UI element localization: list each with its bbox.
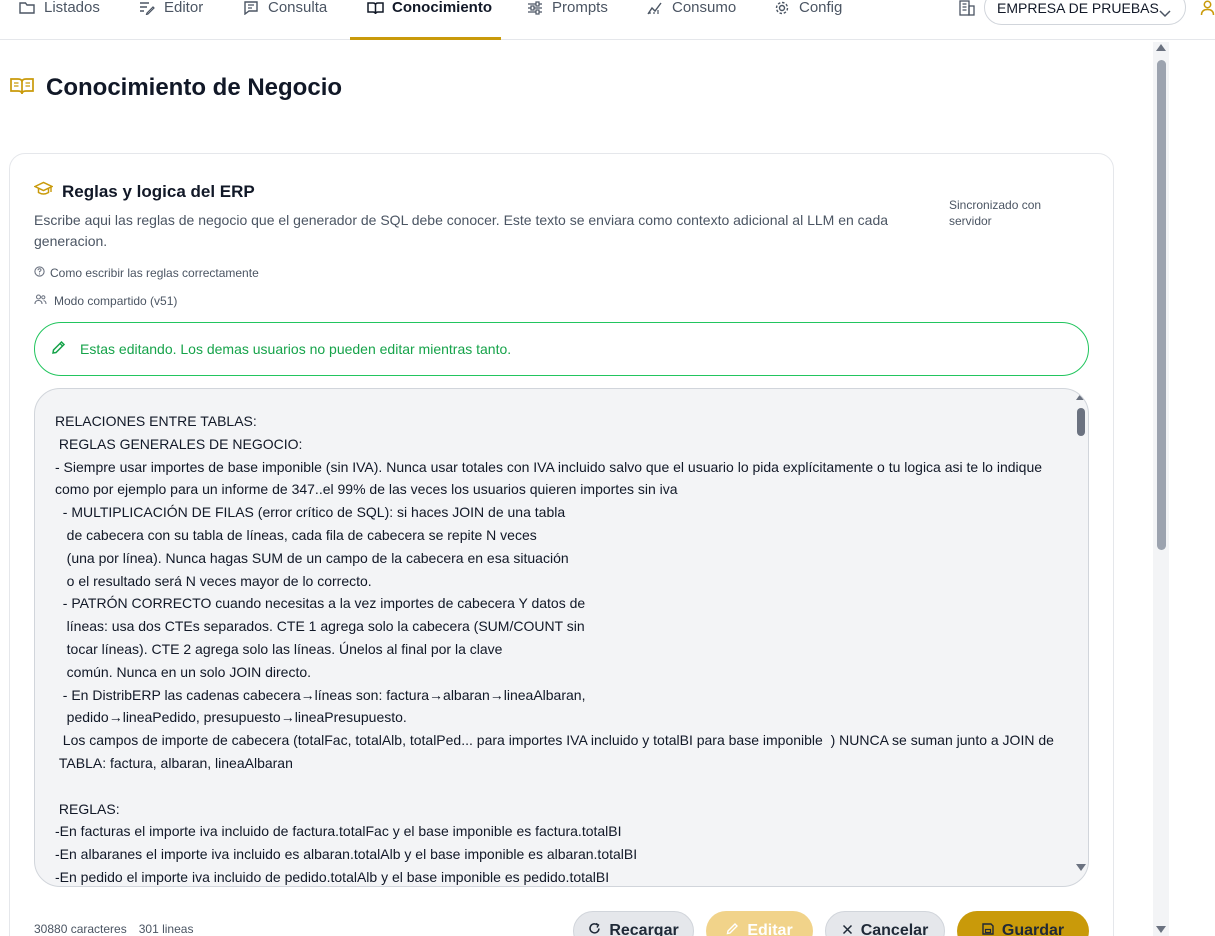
users-icon xyxy=(34,294,47,308)
page-header: Conocimiento de Negocio xyxy=(10,74,342,102)
active-tab-indicator xyxy=(350,37,501,40)
scroll-thumb[interactable] xyxy=(1077,408,1085,436)
char-count: 30880 caracteres xyxy=(34,922,127,936)
editing-status-banner: Estas editando. Los demas usuarios no pu… xyxy=(34,322,1089,376)
editor-scrollbar[interactable] xyxy=(1075,393,1087,871)
gear-icon xyxy=(773,0,791,16)
company-select[interactable]: EMPRESA DE PRUEBAS xyxy=(984,0,1186,25)
card-title: Reglas y logica del ERP xyxy=(62,181,255,201)
save-button[interactable]: Guardar xyxy=(957,911,1089,936)
building-icon xyxy=(958,0,976,16)
pencil-icon xyxy=(51,340,66,358)
tab-label: Editor xyxy=(164,0,204,16)
card-description: Escribe aqui las reglas de negocio que e… xyxy=(34,212,889,249)
floppy-disk-icon xyxy=(982,922,994,936)
pencil-icon xyxy=(726,922,739,936)
company-select-value: EMPRESA DE PRUEBAS xyxy=(997,0,1159,16)
tab-label: Config xyxy=(799,0,843,16)
tab-label: Conocimiento xyxy=(392,0,492,16)
tab-editor[interactable]: Editor xyxy=(138,0,203,40)
book-open-icon xyxy=(10,77,34,100)
scroll-up-arrow[interactable] xyxy=(1076,393,1086,400)
editor-stats: 30880 caracteres 301 lineas xyxy=(34,922,193,936)
scroll-down-arrow[interactable] xyxy=(1156,926,1166,933)
tab-consulta[interactable]: Consulta xyxy=(242,0,327,40)
tab-consumo[interactable]: Consumo xyxy=(646,0,736,40)
scroll-up-arrow[interactable] xyxy=(1156,44,1166,51)
line-count: 301 lineas xyxy=(138,922,194,936)
edit-label: Editar xyxy=(747,922,793,936)
cancel-button[interactable]: Cancelar xyxy=(825,911,945,936)
rules-text[interactable]: RELACIONES ENTRE TABLAS: REGLAS GENERALE… xyxy=(55,410,1065,886)
sync-status: Sincronizado con servidor xyxy=(949,198,1042,228)
reload-label: Recargar xyxy=(609,922,679,936)
cancel-label: Cancelar xyxy=(860,922,929,936)
chevron-down-icon xyxy=(1159,5,1171,21)
folder-icon xyxy=(18,0,36,16)
refresh-icon xyxy=(588,922,601,936)
user-icon[interactable] xyxy=(1200,0,1215,16)
help-circle-icon xyxy=(34,266,45,280)
help-link-label: Como escribir las reglas correctamente xyxy=(50,266,259,280)
save-label: Guardar xyxy=(1001,922,1065,936)
shared-mode-indicator: Modo compartido (v51) xyxy=(34,294,177,308)
scroll-down-arrow[interactable] xyxy=(1076,864,1086,871)
book-open-icon xyxy=(366,0,384,16)
scroll-thumb[interactable] xyxy=(1157,60,1166,550)
resize-handle-icon[interactable] xyxy=(1076,874,1086,886)
tab-config[interactable]: Config xyxy=(773,0,842,40)
tab-prompts[interactable]: Prompts xyxy=(526,0,608,40)
reload-button[interactable]: Recargar xyxy=(573,911,694,936)
sliders-icon xyxy=(526,0,544,16)
page-scrollbar[interactable] xyxy=(1153,42,1169,936)
edit-list-icon xyxy=(138,0,156,16)
tab-label: Prompts xyxy=(552,0,608,16)
graduation-cap-icon xyxy=(33,181,54,202)
tab-label: Consumo xyxy=(672,0,737,16)
page-title: Conocimiento de Negocio xyxy=(46,74,343,101)
edit-button[interactable]: Editar xyxy=(706,911,813,936)
top-nav: Listados Editor Consulta Conocimiento Pr… xyxy=(0,0,1215,40)
mode-label: Modo compartido (v51) xyxy=(54,294,178,308)
message-square-icon xyxy=(242,0,260,16)
help-link[interactable]: Como escribir las reglas correctamente xyxy=(34,266,259,280)
tab-conocimiento[interactable]: Conocimiento xyxy=(366,0,492,40)
tab-label: Listados xyxy=(44,0,100,16)
chart-line-icon xyxy=(646,0,664,16)
card-header: Reglas y logica del ERP xyxy=(33,181,255,202)
close-icon xyxy=(842,922,853,936)
rules-textarea[interactable]: RELACIONES ENTRE TABLAS: REGLAS GENERALE… xyxy=(34,388,1089,887)
tab-listados[interactable]: Listados xyxy=(18,0,100,40)
editing-status-text: Estas editando. Los demas usuarios no pu… xyxy=(80,341,512,357)
tab-label: Consulta xyxy=(268,0,328,16)
